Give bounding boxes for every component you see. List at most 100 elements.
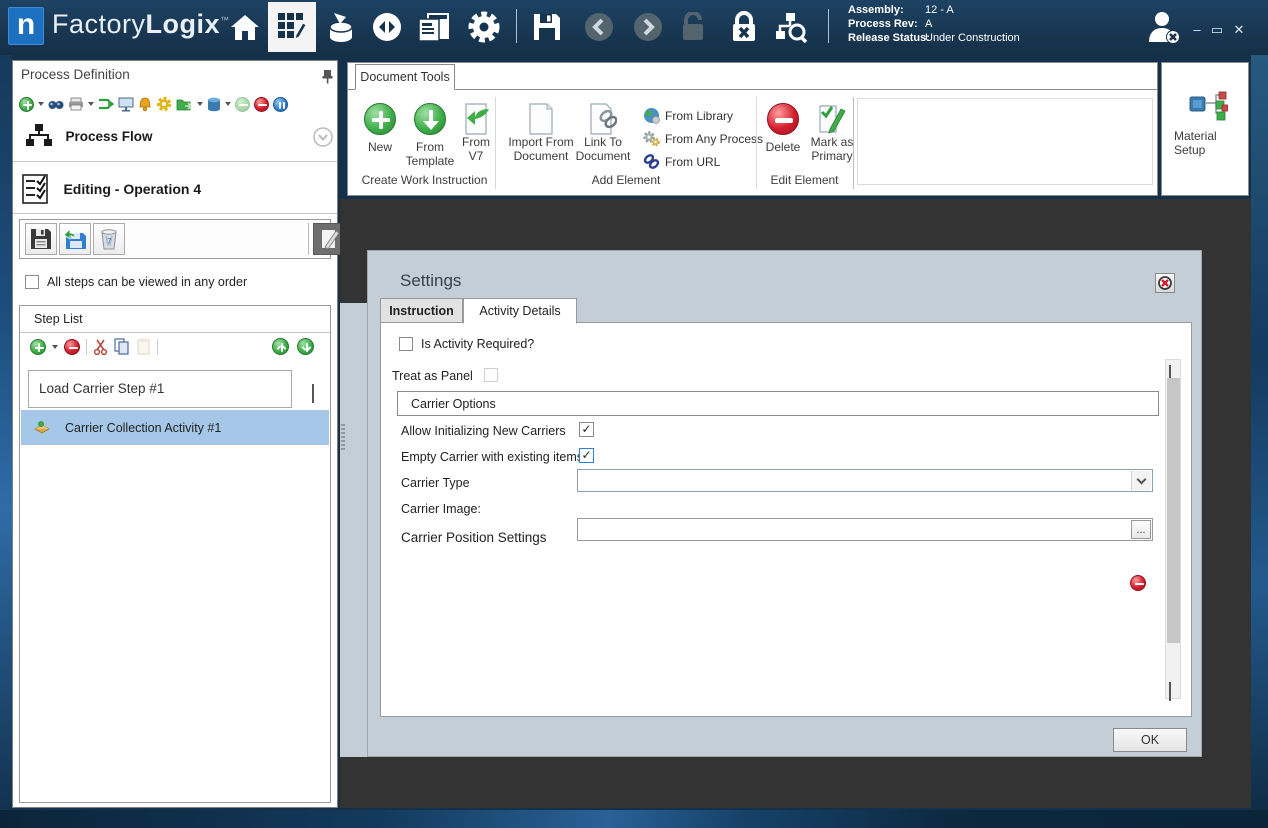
activity-label: Carrier Collection Activity #1 [65,421,221,435]
empty-carrier-checkbox-checked[interactable]: ✓ [579,448,594,463]
from-any-process-button[interactable]: From Any Process [643,130,763,147]
tab-document-tools[interactable]: Document Tools [355,64,455,90]
add-step-dropdown-caret[interactable] [52,345,58,349]
move-step-down-button[interactable] [297,338,314,355]
settings-button[interactable] [467,10,501,44]
pause-button[interactable] [273,97,288,112]
carrier-type-combobox[interactable] [577,469,1153,492]
copy-icon[interactable] [114,338,130,355]
process-rev-label: Process Rev: [848,18,918,30]
remove-operation-button[interactable] [254,97,269,112]
data-import-button[interactable] [324,10,358,44]
home-button[interactable] [228,10,262,44]
cut-icon[interactable] [93,339,108,355]
from-library-label: From Library [665,109,733,123]
brand-bold: Logix [146,9,221,39]
database-dropdown-caret[interactable] [225,102,231,106]
delete-step-button[interactable]: 7 [93,223,125,255]
carrier-image-browse-button[interactable]: ... [1131,520,1151,539]
unlock-button[interactable] [676,10,710,44]
is-activity-required-checkbox[interactable] [399,337,413,351]
close-button[interactable]: ✕ [1230,22,1248,38]
save-step-button[interactable] [25,223,57,255]
sync-button[interactable] [370,10,404,44]
globe-icon [643,107,660,124]
step-name-box[interactable]: Load Carrier Step #1 [28,370,292,408]
from-library-button[interactable]: From Library [643,107,733,124]
window-frame-right [1251,55,1268,810]
dialog-scrollbar[interactable] [1165,359,1181,699]
export-folder-icon[interactable] [176,97,193,112]
delete-element-button[interactable]: Delete [762,103,804,154]
activity-list-item-selected[interactable]: Carrier Collection Activity #1 [21,410,329,445]
scrollbar-thumb[interactable] [1167,378,1180,643]
process-editor-button-active[interactable] [268,2,316,52]
alert-bell-icon[interactable] [138,97,152,112]
tab-activity-details[interactable]: Activity Details [463,298,577,324]
is-activity-required-row[interactable]: Is Activity Required? [399,337,534,351]
from-url-button[interactable]: From URL [643,153,720,170]
documents-icon [417,11,451,43]
gear-gold-icon[interactable] [156,96,172,112]
back-icon [584,12,614,42]
material-setup-icon [1186,91,1228,129]
export-dropdown-caret[interactable] [197,102,203,106]
print-dropdown-caret[interactable] [88,102,94,106]
add-dropdown-caret[interactable] [38,102,44,106]
splitter-strip[interactable] [340,303,367,757]
import-step-button[interactable] [59,223,91,255]
titlebar: n FactoryLogix™ [0,0,1268,55]
remove-step-button[interactable] [64,339,80,355]
order-checkbox[interactable] [25,275,39,289]
back-button[interactable] [582,10,616,44]
step-expander[interactable] [312,384,314,402]
svg-text:7: 7 [107,237,112,246]
dialog-close-icon [1158,276,1172,290]
scroll-down-button[interactable] [1169,682,1171,700]
maximize-button[interactable]: ▭ [1208,22,1226,38]
minimize-button[interactable]: – [1188,22,1206,37]
print-icon[interactable] [68,97,84,111]
from-v7-button[interactable]: From V7 [456,103,496,163]
carrier-image-textbox[interactable]: ... [577,518,1153,541]
assembly-info-values: 12 - A A Under Construction [925,3,1020,45]
sync-circle-icon [371,11,403,43]
from-template-button[interactable]: From Template [404,103,456,168]
process-search-button[interactable] [774,10,808,44]
process-definition-panel: Process Definition Process Flow [12,60,338,808]
import-from-document-button[interactable]: Import From Document [501,103,581,163]
ok-button[interactable]: OK [1113,728,1187,752]
group-label-edit-element: Edit Element [756,173,853,187]
add-operation-button[interactable] [19,97,34,112]
database-delete-icon[interactable] [207,97,221,112]
save-button[interactable] [530,10,564,44]
dialog-close-button[interactable] [1155,273,1175,293]
lock-delete-button[interactable] [727,10,761,44]
recycle-bin-icon: 7 [99,228,119,250]
new-instruction-button[interactable]: New [362,103,398,154]
pin-button[interactable] [321,69,334,84]
carrier-options-group-header: Carrier Options [397,391,1159,416]
logout-user-button[interactable] [1145,8,1183,46]
forward-button[interactable] [631,10,665,44]
allow-initializing-checkbox-checked[interactable]: ✓ [579,422,594,437]
reorder-icon[interactable] [98,97,114,111]
carrier-type-dropdown-button[interactable] [1131,471,1151,490]
link-to-document-button[interactable]: Link To Document [570,103,636,163]
page-link-icon [589,103,617,135]
order-checkbox-row[interactable]: All steps can be viewed in any order [25,275,247,289]
find-icon[interactable] [48,97,64,111]
remove-carrier-position-button[interactable] [1130,575,1146,591]
process-flow-header[interactable]: Process Flow [25,123,153,149]
ribbon-tab-divider [348,89,1157,90]
tab-instruction[interactable]: Instruction [380,298,463,323]
material-setup-button[interactable] [1186,91,1228,129]
add-step-button[interactable] [30,339,46,355]
presentation-icon[interactable] [118,97,134,112]
mark-as-primary-button[interactable]: Mark as Primary [806,103,858,163]
splitter-grip[interactable] [341,424,345,450]
move-step-up-button[interactable] [272,338,289,355]
new-label: New [362,140,398,154]
collapse-process-flow-button[interactable] [313,127,333,147]
documents-button[interactable] [417,10,451,44]
